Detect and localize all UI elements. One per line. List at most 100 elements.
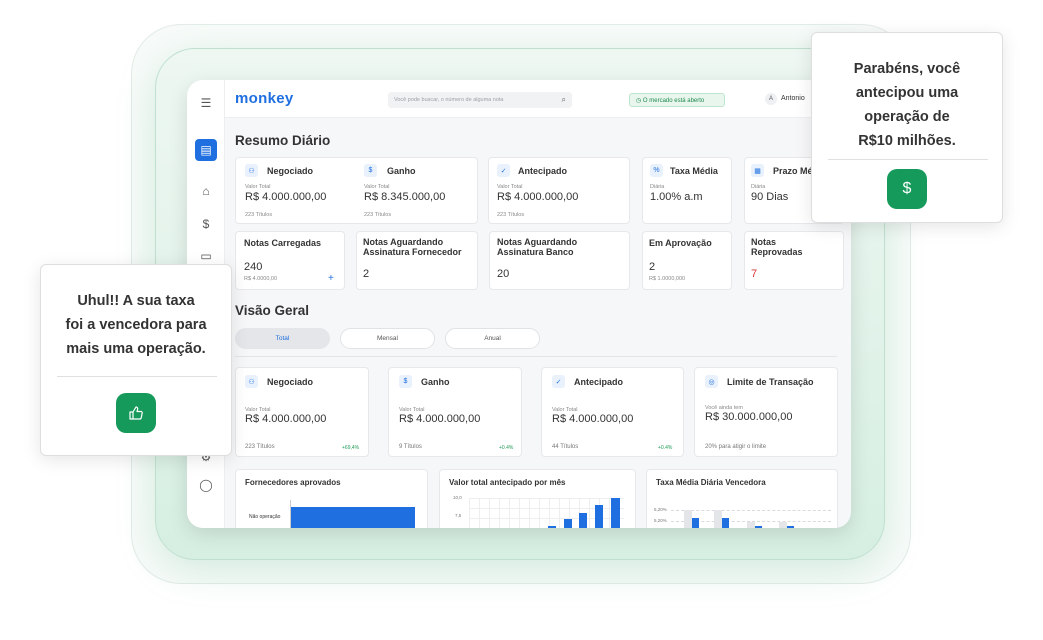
- note-value: 2: [363, 268, 370, 280]
- handshake-icon: ⚇: [245, 164, 258, 177]
- chat-icon[interactable]: ◯: [196, 475, 216, 495]
- card-title: Taxa Média: [670, 166, 718, 176]
- card-value: 90 Dias: [751, 191, 789, 203]
- card-value: R$ 4.000.000,00: [497, 191, 579, 203]
- section-title-resumo: Resumo Diário: [235, 133, 331, 148]
- popup-line: antecipou uma: [855, 85, 959, 101]
- card-title: Prazo Mé: [773, 166, 813, 176]
- dollar-icon: $: [364, 164, 377, 177]
- popup-line: mais uma operação.: [66, 341, 206, 357]
- card-title: Limite de Transação: [727, 377, 814, 387]
- card-label: Valor Total: [497, 184, 523, 190]
- dollar-button[interactable]: $: [887, 169, 927, 209]
- card-sub: 223 Títulos: [497, 212, 525, 218]
- card-sub: 223 Títulos: [245, 212, 273, 218]
- chart-bar-bg: [779, 522, 787, 528]
- card-label: Diária: [650, 184, 665, 190]
- chart-bar-bg: [747, 522, 755, 528]
- logo: monkey: [235, 90, 294, 107]
- chart-title: Taxa Média Diária Vencedora: [656, 478, 766, 487]
- menu-icon[interactable]: ☰: [196, 93, 216, 113]
- check-circle-icon: ✓: [497, 164, 510, 177]
- divider: [235, 356, 837, 357]
- chart-bar: [755, 526, 762, 528]
- chart-y-tick: 5,20%: [654, 507, 667, 512]
- card-sub: 9 Títulos: [399, 444, 422, 450]
- tab-anual[interactable]: Anual: [445, 328, 540, 349]
- note-title: Notas Aguardando Assinatura Banco: [497, 237, 578, 257]
- tab-mensal[interactable]: Mensal: [340, 328, 435, 349]
- percent-icon: %: [650, 164, 663, 177]
- home-icon[interactable]: ⌂: [196, 181, 216, 201]
- section-title-visao: Visão Geral: [235, 303, 310, 318]
- market-status-text: O mercado está aberto: [642, 98, 705, 104]
- card-label: Valor Total: [364, 184, 390, 190]
- chart-bar: [692, 518, 699, 528]
- user-menu[interactable]: A Antonio: [765, 93, 805, 105]
- card-delta: +69,4%: [342, 445, 360, 451]
- thumbs-up-icon: [129, 406, 143, 420]
- chart-bar: [611, 498, 620, 528]
- note-sub: R$ 1.0000,000: [649, 276, 686, 282]
- popup-divider: [57, 376, 217, 377]
- card-sub: 223 Títulos: [364, 212, 392, 218]
- chart-y-tick: 5,20%: [654, 518, 667, 523]
- chart-category-label: Não operação: [249, 514, 281, 520]
- popup-line: foi a vencedora para: [65, 317, 207, 333]
- user-name: Antonio: [781, 95, 805, 102]
- dollar-icon: $: [902, 180, 912, 197]
- card-title: Negociado: [267, 166, 314, 176]
- chart-y-tick: 10,0: [453, 495, 462, 500]
- dashboard-screen: ☰ ▤ ⌂ $ ▭ ⚙ ◯ monkey Você pode buscar, o…: [187, 80, 851, 528]
- receipt-icon[interactable]: ▤: [195, 139, 217, 161]
- chart-bar: [564, 519, 572, 528]
- card-title: Ganho: [387, 166, 416, 176]
- tab-total[interactable]: Total: [235, 328, 330, 349]
- note-value: 7: [751, 268, 758, 280]
- card-delta: +0.4%: [499, 445, 514, 451]
- popup-line: R$10 milhões.: [858, 133, 956, 149]
- search-input[interactable]: Você pode buscar, o número de alguma not…: [388, 92, 572, 108]
- thumbs-up-button[interactable]: [116, 393, 156, 433]
- search-placeholder: Você pode buscar, o número de alguma not…: [394, 97, 504, 103]
- card-value: R$ 30.000.000,00: [705, 411, 793, 423]
- note-value: 2: [649, 261, 656, 273]
- chart-gridline: [671, 510, 831, 511]
- card-value: 1.00% a.m: [650, 191, 703, 203]
- popup-line: operação de: [864, 109, 950, 125]
- search-icon[interactable]: ⌕: [562, 95, 566, 105]
- chart-bar-bg: [714, 510, 722, 528]
- card-value: R$ 4.000.000,00: [245, 413, 327, 425]
- card-value: R$ 4.000.000,00: [552, 413, 634, 425]
- chart-bar: [579, 513, 587, 528]
- chart-title: Fornecedores aprovados: [245, 478, 341, 487]
- popup-divider: [828, 159, 988, 160]
- stage: ☰ ▤ ⌂ $ ▭ ⚙ ◯ monkey Você pode buscar, o…: [0, 0, 1043, 640]
- winner-popup: Uhul!! A sua taxa foi a vencedora para m…: [40, 264, 232, 456]
- note-title: Notas Reprovadas: [751, 237, 803, 257]
- add-note-button[interactable]: +: [328, 273, 334, 284]
- popup-line: Parabéns, você: [853, 61, 961, 77]
- chart-y-tick: 7,5: [455, 513, 462, 518]
- chart-bar: [595, 505, 603, 528]
- card-delta: +0.4%: [658, 445, 673, 451]
- card-title: Antecipado: [518, 166, 568, 176]
- note-title: Notas Carregadas: [244, 238, 322, 248]
- card-title: Antecipado: [574, 377, 624, 387]
- dollar-icon[interactable]: $: [196, 214, 216, 234]
- handshake-icon: ⚇: [245, 375, 258, 388]
- success-popup: Parabéns, você antecipou uma operação de…: [811, 32, 1003, 223]
- card-value: R$ 8.345.000,00: [364, 191, 446, 203]
- top-bar: monkey Você pode buscar, o número de alg…: [225, 80, 851, 118]
- card-sub: 20% para atigir o limite: [705, 444, 767, 450]
- card-label: Diária: [751, 184, 766, 190]
- note-value: 20: [497, 268, 510, 280]
- note-sub: R$ 4.0000,00: [244, 276, 278, 282]
- check-circle-icon: ✓: [552, 375, 565, 388]
- note-value: 240: [244, 261, 263, 273]
- avatar: A: [765, 93, 777, 105]
- chart-bar: [722, 518, 729, 528]
- book-icon[interactable]: ▭: [196, 246, 216, 266]
- chart-title: Valor total antecipado por mês: [449, 478, 566, 487]
- chart-bar: [291, 507, 415, 528]
